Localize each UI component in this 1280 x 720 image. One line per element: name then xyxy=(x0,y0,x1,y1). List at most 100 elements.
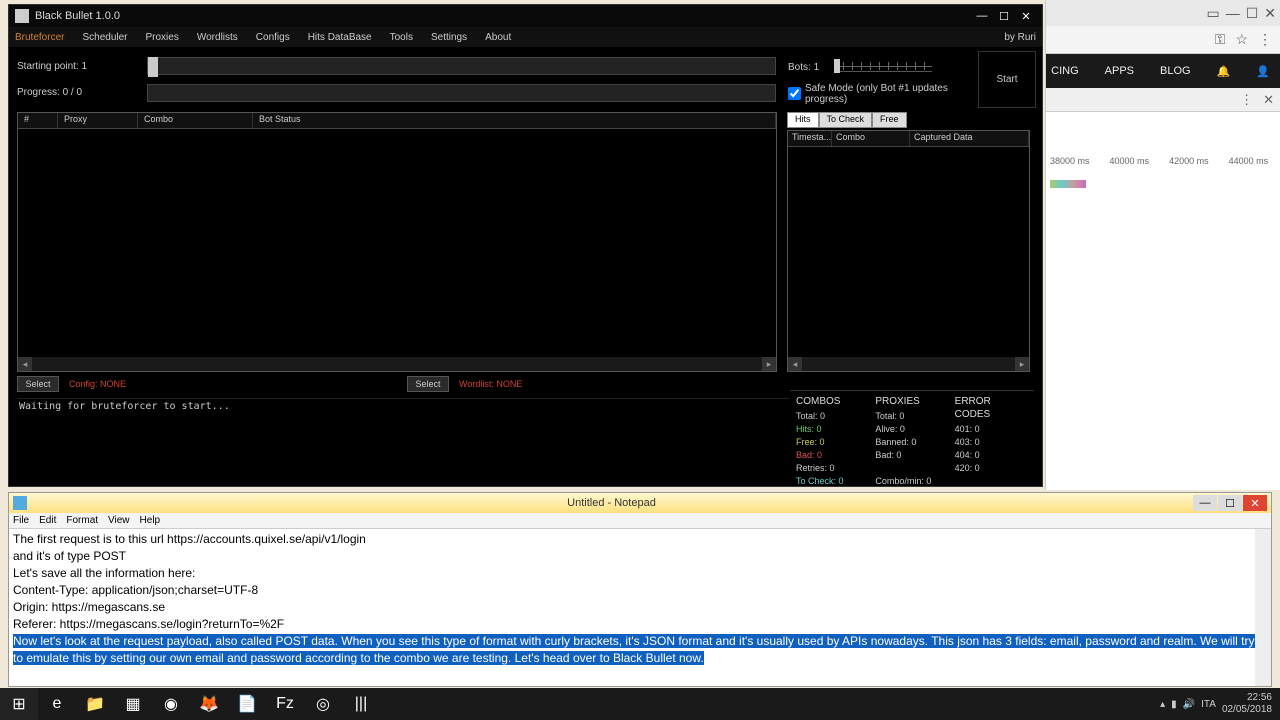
browser-min-icon[interactable]: — xyxy=(1226,5,1240,21)
user-icon[interactable]: 👤 xyxy=(1256,65,1270,78)
tab-hits[interactable]: Hits xyxy=(787,112,819,128)
stat-tocheck: To Check: 0 xyxy=(796,475,869,488)
stat-cpm: Combo/min: 0 xyxy=(875,475,948,488)
stat-retries: Retries: 0 xyxy=(796,462,869,475)
col-botstatus[interactable]: Bot Status xyxy=(253,113,776,128)
bots-slider[interactable] xyxy=(834,62,932,72)
minimize-button[interactable]: — xyxy=(972,8,992,24)
tab-free[interactable]: Free xyxy=(872,112,907,128)
wordlist-status: Wordlist: NONE xyxy=(459,379,522,389)
menu-about[interactable]: About xyxy=(485,32,511,43)
tick: 44000 ms xyxy=(1229,156,1269,166)
browser-menu-icon[interactable]: ⋮ xyxy=(1258,31,1272,48)
tray-volume-icon[interactable]: 🔊 xyxy=(1183,699,1195,710)
star-icon[interactable]: ☆ xyxy=(1235,31,1248,48)
tab-tocheck[interactable]: To Check xyxy=(819,112,873,128)
np-menu-edit[interactable]: Edit xyxy=(39,515,56,526)
browser-max-icon[interactable]: ☐ xyxy=(1246,5,1259,22)
tray-date: 02/05/2018 xyxy=(1222,704,1272,716)
tray-network-icon[interactable]: ▮ xyxy=(1171,699,1177,710)
bots-table: # Proxy Combo Bot Status ◂▸ xyxy=(17,112,777,372)
col-hits-combo[interactable]: Combo xyxy=(832,131,910,146)
taskbar-blackbullet-icon[interactable]: ||| xyxy=(342,688,380,720)
menu-settings[interactable]: Settings xyxy=(431,32,467,43)
stat-403: 403: 0 xyxy=(955,436,1028,449)
start-menu-button[interactable]: ⊞ xyxy=(0,688,38,720)
select-wordlist-button[interactable]: Select xyxy=(407,376,449,392)
browser-titlebar: ▭ — ☐ ✕ xyxy=(1046,0,1280,26)
taskbar-notepad-icon[interactable]: 📄 xyxy=(228,688,266,720)
hits-table: Timesta... Combo Captured Data ◂▸ xyxy=(787,130,1030,372)
bots-table-body xyxy=(18,129,776,357)
starting-point-label: Starting point: 1 xyxy=(17,61,147,72)
np-menu-format[interactable]: Format xyxy=(66,515,98,526)
tray-clock[interactable]: 22:56 02/05/2018 xyxy=(1222,692,1272,716)
menu-configs[interactable]: Configs xyxy=(256,32,290,43)
notepad-window: Untitled - Notepad — ☐ ✕ File Edit Forma… xyxy=(8,492,1272,687)
blackbullet-window: Black Bullet 1.0.0 — ☐ ✕ Bruteforcer Sch… xyxy=(8,4,1043,487)
nav-item[interactable]: BLOG xyxy=(1160,65,1191,77)
hits-table-body xyxy=(788,147,1029,357)
col-num[interactable]: # xyxy=(18,113,58,128)
notepad-minimize-button[interactable]: — xyxy=(1193,495,1217,511)
col-captured[interactable]: Captured Data xyxy=(910,131,1029,146)
menu-bruteforcer[interactable]: Bruteforcer xyxy=(15,32,64,43)
np-menu-file[interactable]: File xyxy=(13,515,29,526)
combos-header: COMBOS xyxy=(796,395,869,408)
taskbar-excel-icon[interactable]: ▦ xyxy=(114,688,152,720)
hits-table-hscroll[interactable]: ◂▸ xyxy=(788,357,1029,371)
safe-mode-label: Safe Mode (only Bot #1 updates progress) xyxy=(805,83,970,105)
menu-tools[interactable]: Tools xyxy=(390,32,413,43)
col-proxy[interactable]: Proxy xyxy=(58,113,138,128)
taskbar-explorer-icon[interactable]: 📁 xyxy=(76,688,114,720)
site-nav: CING APPS BLOG 🔔 👤 xyxy=(1046,54,1280,88)
safe-mode-checkbox[interactable] xyxy=(788,87,801,100)
taskbar-firefox-icon[interactable]: 🦊 xyxy=(190,688,228,720)
nav-item[interactable]: CING xyxy=(1051,65,1079,77)
nav-item[interactable]: APPS xyxy=(1105,65,1134,77)
menu-scheduler[interactable]: Scheduler xyxy=(82,32,127,43)
notepad-close-button[interactable]: ✕ xyxy=(1243,495,1267,511)
taskbar-obs-icon[interactable]: ◎ xyxy=(304,688,342,720)
key-icon[interactable]: ⚿ xyxy=(1215,31,1226,48)
stat-pbad: Bad: 0 xyxy=(875,449,948,462)
taskbar-chrome-icon[interactable]: ◉ xyxy=(152,688,190,720)
menu-proxies[interactable]: Proxies xyxy=(146,32,179,43)
col-timestamp[interactable]: Timesta... xyxy=(788,131,832,146)
browser-person-icon: ▭ xyxy=(1206,5,1219,22)
stat-401: 401: 0 xyxy=(955,423,1028,436)
devtools-dock-icon[interactable]: ⋮ xyxy=(1240,92,1253,108)
col-combo[interactable]: Combo xyxy=(138,113,253,128)
bell-icon[interactable]: 🔔 xyxy=(1217,65,1231,78)
stats-panel: COMBOS Total: 0 Hits: 0 Free: 0 Bad: 0 R… xyxy=(790,390,1034,482)
bb-titlebar: Black Bullet 1.0.0 — ☐ ✕ xyxy=(9,5,1042,27)
errors-header: ERROR CODES xyxy=(955,395,1028,421)
select-config-button[interactable]: Select xyxy=(17,376,59,392)
start-button[interactable]: Start xyxy=(978,51,1036,108)
taskbar-filezilla-icon[interactable]: Fz xyxy=(266,688,304,720)
np-menu-view[interactable]: View xyxy=(108,515,130,526)
stat-ptotal: Total: 0 xyxy=(875,410,948,423)
menu-wordlists[interactable]: Wordlists xyxy=(197,32,238,43)
tray-chevron-icon[interactable]: ▴ xyxy=(1160,699,1165,710)
notepad-maximize-button[interactable]: ☐ xyxy=(1218,495,1242,511)
maximize-button[interactable]: ☐ xyxy=(994,8,1014,24)
tray-lang[interactable]: ITA xyxy=(1201,699,1216,710)
browser-close-icon[interactable]: ✕ xyxy=(1264,5,1276,22)
close-button[interactable]: ✕ xyxy=(1016,8,1036,24)
bb-title: Black Bullet 1.0.0 xyxy=(35,10,120,22)
devtools-close-icon[interactable]: ✕ xyxy=(1263,92,1274,108)
menu-hitsdb[interactable]: Hits DataBase xyxy=(308,32,372,43)
bb-app-icon xyxy=(15,9,29,23)
starting-point-slider[interactable] xyxy=(147,57,776,75)
bots-table-hscroll[interactable]: ◂▸ xyxy=(18,357,776,371)
byline: by Ruri xyxy=(1004,32,1036,43)
stat-404: 404: 0 xyxy=(955,449,1028,462)
notepad-textarea[interactable]: The first request is to this url https:/… xyxy=(9,529,1271,686)
tick: 40000 ms xyxy=(1110,156,1150,166)
notepad-vscroll[interactable] xyxy=(1255,529,1271,686)
stat-bad: Bad: 0 xyxy=(796,449,869,462)
notepad-selected-text: Now let's look at the request payload, a… xyxy=(13,634,1258,665)
taskbar-ie-icon[interactable]: e xyxy=(38,688,76,720)
np-menu-help[interactable]: Help xyxy=(140,515,161,526)
